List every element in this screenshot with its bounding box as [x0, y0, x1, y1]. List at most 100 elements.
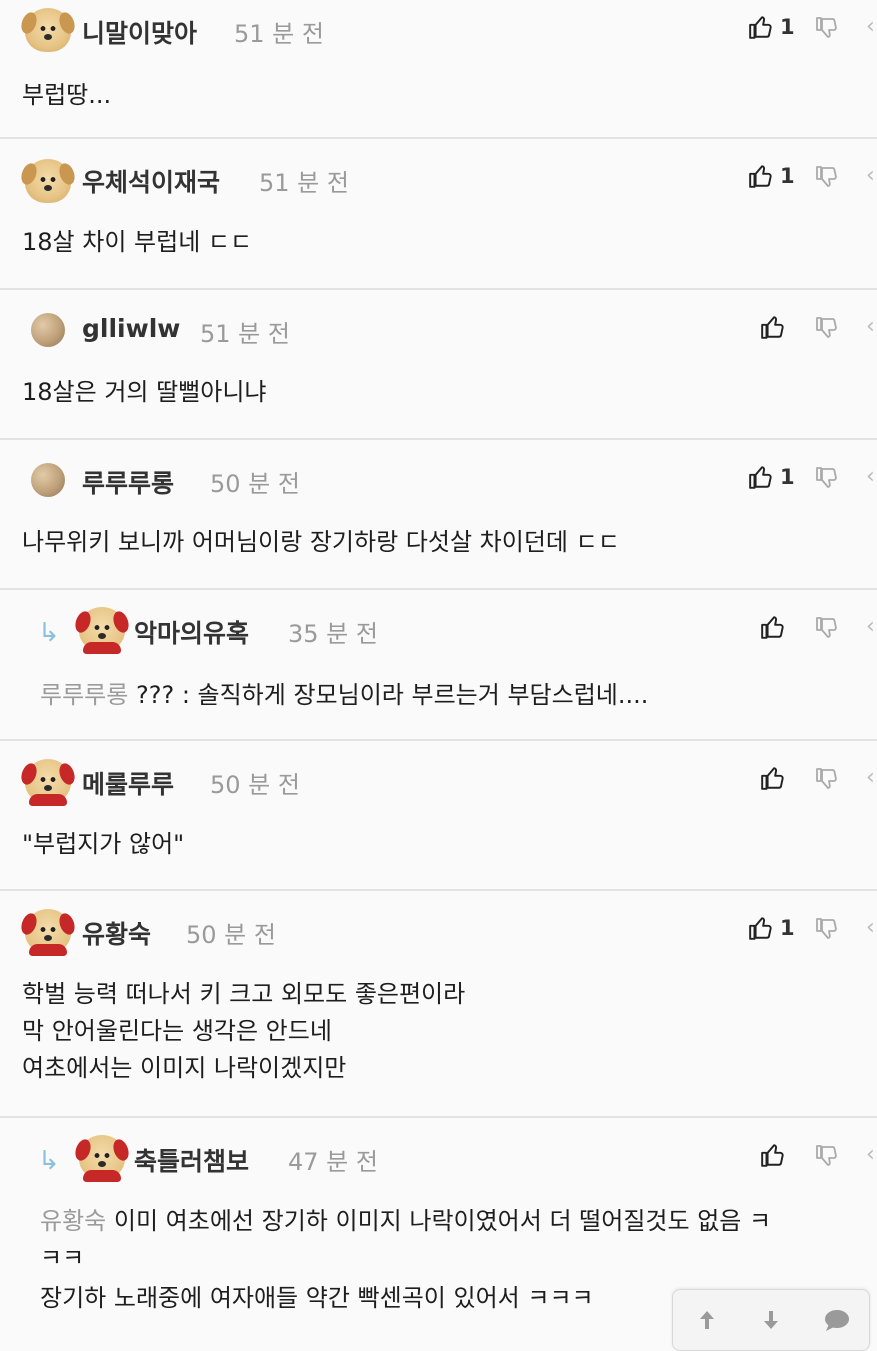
upvote-button[interactable]: 1	[748, 14, 795, 40]
comment-time: 51 분 전	[259, 169, 349, 197]
thumbs-down-icon	[816, 1145, 837, 1166]
thumbs-down-icon	[816, 17, 837, 38]
comment-text-line: 막 안어울린다는 생각은 안드네	[22, 1017, 332, 1045]
more-icon[interactable]: ‹	[866, 765, 877, 789]
thumbs-up-icon	[749, 917, 772, 940]
mention-link[interactable]: 루루루롱	[40, 681, 128, 709]
comment-time: 47 분 전	[288, 1148, 378, 1176]
scroll-up-button[interactable]	[695, 1308, 719, 1336]
downvote-button[interactable]	[815, 917, 839, 941]
comment-author[interactable]: 축틀러챔보	[134, 1142, 249, 1178]
more-icon[interactable]: ‹	[866, 1142, 877, 1166]
downvote-button[interactable]	[815, 16, 839, 40]
thumbs-up-icon	[749, 16, 772, 39]
upvote-count: 1	[780, 15, 795, 39]
avatar[interactable]	[77, 604, 127, 654]
upvote-button[interactable]	[760, 1142, 792, 1168]
comment: 루루루롱 50 분 전 1 ‹ 나무위키 보니까 어머님이랑 장기하랑 다섯살 …	[0, 440, 877, 590]
comment-button[interactable]	[823, 1308, 851, 1336]
comment-time: 50 분 전	[186, 921, 276, 949]
upvote-count: 1	[780, 465, 795, 489]
scroll-nav-bar	[672, 1289, 870, 1351]
comment-author[interactable]: 니말이맞아	[82, 14, 197, 50]
comment-text-line: 이미 여초에선 장기하 이미지 나락이였어서 더 떨어질것도 없음 ㅋ	[113, 1207, 772, 1235]
upvote-button[interactable]	[760, 314, 792, 340]
more-icon[interactable]: ‹	[866, 14, 877, 38]
thumbs-down-icon	[816, 617, 837, 638]
comment-time: 50 분 전	[210, 771, 300, 799]
avatar[interactable]	[23, 756, 73, 806]
more-icon[interactable]: ‹	[866, 614, 877, 638]
thumbs-down-icon	[816, 918, 837, 939]
thumbs-up-icon	[761, 767, 784, 790]
comment-text: 18살은 거의 딸뻘아니냐	[22, 378, 267, 406]
upvote-button[interactable]: 1	[748, 163, 795, 189]
comment-author[interactable]: glliwlw	[82, 314, 180, 343]
comment-text-line: 장기하 노래중에 여자애들 약간 빡센곡이 있어서 ㅋㅋㅋ	[40, 1284, 594, 1312]
comment-time: 35 분 전	[288, 620, 378, 648]
upvote-button[interactable]	[760, 614, 792, 640]
thumbs-up-icon	[761, 316, 784, 339]
chat-bubble-icon	[825, 1310, 849, 1331]
comment: glliwlw 51 분 전 ‹ 18살은 거의 딸뻘아니냐	[0, 290, 877, 440]
upvote-button[interactable]: 1	[748, 464, 795, 490]
downvote-button[interactable]	[815, 1144, 839, 1168]
comment: 유황숙 50 분 전 1 ‹ 학벌 능력 떠나서 키 크고 외모도 좋은편이라 …	[0, 891, 877, 1118]
comment-text: 유황숙 이미 여초에선 장기하 이미지 나락이였어서 더 떨어질것도 없음 ㅋ	[40, 1203, 771, 1240]
comment-time: 51 분 전	[200, 320, 290, 348]
reply-comment: ↳ 악마의유혹 35 분 전 ‹ 루루루롱 ??? : 솔직하게 장모님이라 부…	[0, 590, 877, 741]
comment-text: "부럽지가 않어"	[22, 830, 185, 858]
comment-text-line: 여초에서는 이미지 나락이겠지만	[22, 1054, 347, 1082]
comment-text: 18살 차이 부럽네 ㄷㄷ	[22, 228, 253, 256]
comment-text-line: ??? : 솔직하게 장모님이라 부르는거 부담스럽네....	[135, 681, 649, 709]
thumbs-down-icon	[816, 317, 837, 338]
more-icon[interactable]: ‹	[866, 915, 877, 939]
downvote-button[interactable]	[815, 767, 839, 791]
downvote-button[interactable]	[815, 466, 839, 490]
comment-author[interactable]: 우체석이재국	[82, 163, 220, 199]
upvote-button[interactable]: 1	[748, 915, 795, 941]
thumbs-up-icon	[761, 616, 784, 639]
comment-author[interactable]: 루루루롱	[82, 464, 174, 500]
upvote-count: 1	[780, 164, 795, 188]
more-icon[interactable]: ‹	[866, 464, 877, 488]
thumbs-down-icon	[816, 467, 837, 488]
thumbs-down-icon	[816, 166, 837, 187]
downvote-button[interactable]	[815, 616, 839, 640]
avatar[interactable]	[23, 455, 73, 505]
reply-arrow-icon: ↳	[38, 1146, 60, 1176]
comment-text-line: ㅋㅋ	[40, 1244, 85, 1272]
downvote-button[interactable]	[815, 316, 839, 340]
avatar[interactable]	[23, 305, 73, 355]
more-icon[interactable]: ‹	[866, 314, 877, 338]
comment-author[interactable]: 악마의유혹	[134, 614, 249, 650]
comment-text-line: 학벌 능력 떠나서 키 크고 외모도 좋은편이라	[22, 980, 466, 1008]
reply-arrow-icon: ↳	[38, 618, 60, 648]
comment-text: 부럽땅...	[22, 81, 112, 109]
avatar[interactable]	[77, 1132, 127, 1182]
arrow-down-icon	[764, 1311, 778, 1329]
comment: 메룰루루 50 분 전 ‹ "부럽지가 않어"	[0, 741, 877, 891]
upvote-count: 1	[780, 916, 795, 940]
mention-link[interactable]: 유황숙	[40, 1207, 106, 1235]
comment-text: 나무위키 보니까 어머님이랑 장기하랑 다섯살 차이던데 ㄷㄷ	[22, 528, 620, 556]
thumbs-up-icon	[749, 466, 772, 489]
avatar[interactable]	[23, 156, 73, 206]
thumbs-up-icon	[749, 165, 772, 188]
comment-time: 50 분 전	[210, 470, 300, 498]
scroll-down-button[interactable]	[759, 1308, 783, 1336]
thumbs-up-icon	[761, 1144, 784, 1167]
avatar[interactable]	[23, 5, 73, 55]
avatar[interactable]	[23, 906, 73, 956]
comment-author[interactable]: 메룰루루	[82, 765, 174, 801]
comment: 우체석이재국 51 분 전 1 ‹ 18살 차이 부럽네 ㄷㄷ	[0, 139, 877, 290]
upvote-button[interactable]	[760, 765, 792, 791]
comment-text: 루루루롱 ??? : 솔직하게 장모님이라 부르는거 부담스럽네....	[40, 677, 648, 714]
comment-time: 51 분 전	[234, 20, 324, 48]
comment: 니말이맞아 51 분 전 1 ‹ 부럽땅...	[0, 0, 877, 139]
thumbs-down-icon	[816, 768, 837, 789]
arrow-up-icon	[700, 1311, 714, 1329]
more-icon[interactable]: ‹	[866, 163, 877, 187]
comment-author[interactable]: 유황숙	[82, 915, 151, 951]
downvote-button[interactable]	[815, 165, 839, 189]
